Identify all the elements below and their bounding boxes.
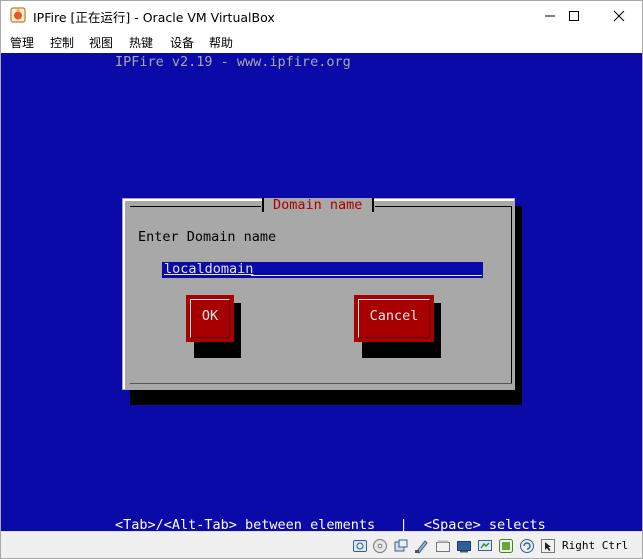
- virtualbox-app-icon: [10, 7, 26, 23]
- optical-drive-icon[interactable]: [372, 538, 388, 554]
- domain-dialog: [122, 198, 515, 390]
- video-capture-icon[interactable]: [498, 538, 514, 554]
- menu-hotkeys[interactable]: 热键: [129, 34, 153, 51]
- console-help-footer: <Tab>/<Alt-Tab> between elements | <Spac…: [115, 517, 546, 531]
- shared-folders-icon[interactable]: [456, 538, 472, 554]
- dialog-border: [375, 206, 511, 207]
- dialog-title-bracket: [262, 198, 264, 212]
- menu-bar: 管理 控制 视图 热键 设备 帮助: [0, 31, 643, 53]
- maximize-icon: [569, 11, 579, 21]
- dialog-border: [511, 206, 512, 383]
- menu-help[interactable]: 帮助: [209, 34, 233, 51]
- audio-icon[interactable]: [393, 538, 409, 554]
- input-underline: [251, 275, 482, 276]
- title-bar[interactable]: IPFire [正在运行] - Oracle VM VirtualBox: [0, 0, 643, 31]
- display-icon[interactable]: [477, 538, 493, 554]
- dialog-border: [130, 383, 512, 384]
- menu-view[interactable]: 视图: [89, 34, 113, 51]
- virtualbox-window: IPFire [正在运行] - Oracle VM VirtualBox 管理 …: [0, 0, 643, 559]
- menu-devices[interactable]: 设备: [170, 34, 194, 51]
- window-title: IPFire [正在运行] - Oracle VM VirtualBox: [33, 10, 275, 25]
- dialog-title-bracket: [372, 198, 374, 212]
- close-icon: [613, 10, 625, 22]
- dialog-bevel: [123, 199, 125, 389]
- ok-button-label: OK: [201, 308, 219, 324]
- ok-button[interactable]: OK: [186, 295, 234, 342]
- domain-name-value[interactable]: localdomain: [164, 261, 253, 277]
- dialog-border: [130, 206, 261, 207]
- network-icon[interactable]: [414, 538, 430, 554]
- menu-manage[interactable]: 管理: [10, 34, 34, 51]
- cancel-button-label: Cancel: [369, 308, 419, 324]
- status-bar: Right Ctrl: [0, 531, 643, 559]
- cpu-icon[interactable]: [519, 538, 535, 554]
- close-button[interactable]: [596, 0, 642, 31]
- console-banner: IPFire v2.19 - www.ipfire.org: [115, 54, 351, 70]
- mouse-integration-icon[interactable]: [540, 538, 556, 554]
- vm-console[interactable]: IPFire v2.19 - www.ipfire.org Domain nam…: [1, 53, 642, 531]
- host-key-label[interactable]: Right Ctrl: [562, 539, 628, 552]
- maximize-button[interactable]: [551, 0, 597, 31]
- hard-disk-icon[interactable]: [352, 538, 368, 554]
- cancel-button[interactable]: Cancel: [354, 295, 434, 342]
- usb-icon[interactable]: [435, 538, 451, 554]
- menu-control[interactable]: 控制: [50, 34, 74, 51]
- dialog-prompt: Enter Domain name: [138, 229, 277, 245]
- dialog-title: Domain name: [273, 197, 363, 213]
